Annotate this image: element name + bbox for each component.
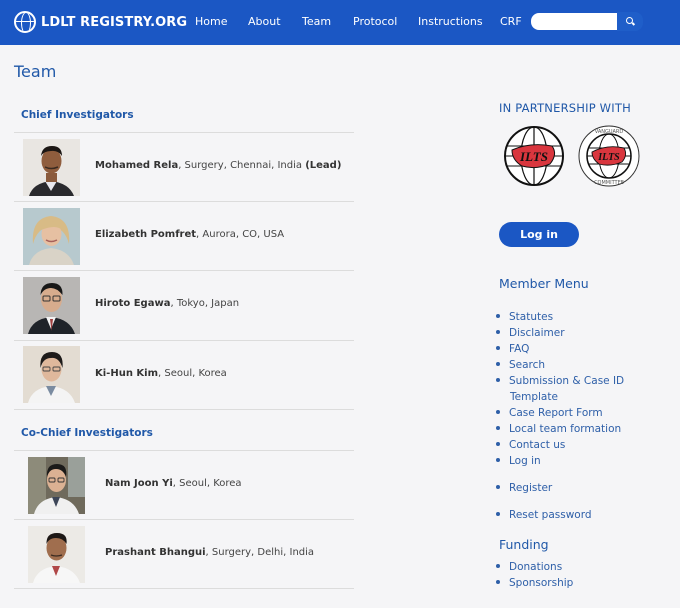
person-elizabeth-pomfret: Elizabeth Pomfret, Aurora, CO, USA xyxy=(95,229,284,240)
menu-item-statutes[interactable]: Statutes xyxy=(496,311,553,323)
photo-nam-joon-yi xyxy=(28,457,85,514)
menu-item-submission[interactable]: Submission & Case ID xyxy=(496,375,624,387)
bullet xyxy=(496,580,500,584)
ilts-vanguard-logo-text: ILTS xyxy=(597,152,620,163)
nav-instructions[interactable]: Instructions xyxy=(418,15,483,28)
person-detail: , Aurora, CO, USA xyxy=(196,229,285,240)
partnership-heading: IN PARTNERSHIP WITH xyxy=(499,101,631,115)
logo-bottom-text: COMMITTEE xyxy=(594,180,624,186)
login-button[interactable]: Log in xyxy=(499,222,579,247)
person-name: Hiroto Egawa xyxy=(95,298,171,309)
photo-elizabeth-pomfret xyxy=(23,208,80,265)
person-detail: , Seoul, Korea xyxy=(172,478,242,489)
person-name: Elizabeth Pomfret xyxy=(95,229,197,240)
photo-mohamed-rela xyxy=(23,139,80,196)
bullet xyxy=(496,410,500,414)
nav-protocol[interactable]: Protocol xyxy=(353,15,397,28)
person-ki-hun-kim: Ki-Hun Kim, Seoul, Korea xyxy=(95,368,227,379)
bullet xyxy=(496,346,500,350)
bullet xyxy=(496,362,500,366)
menu-item-submission-cont[interactable]: Template xyxy=(510,391,558,403)
divider xyxy=(14,132,354,133)
bullet xyxy=(496,330,500,334)
ilts-logo[interactable]: ILTS xyxy=(502,124,566,188)
page-title: Team xyxy=(14,62,57,81)
bullet xyxy=(496,458,500,462)
person-detail: , Surgery, Delhi, India xyxy=(205,547,315,558)
search-icon xyxy=(625,17,633,24)
co-chief-investigators-heading: Co-Chief Investigators xyxy=(21,427,153,439)
photo-ki-hun-kim xyxy=(23,346,80,403)
person-mohamed-rela: Mohamed Rela, Surgery, Chennai, India (L… xyxy=(95,160,341,171)
person-name: Mohamed Rela xyxy=(95,160,179,171)
menu-item-contact[interactable]: Contact us xyxy=(496,439,565,451)
chief-investigators-heading: Chief Investigators xyxy=(21,109,134,121)
bullet xyxy=(496,485,500,489)
menu-item-disclaimer[interactable]: Disclaimer xyxy=(496,327,565,339)
nav-crf[interactable]: CRF xyxy=(500,15,522,28)
photo-hiroto-egawa xyxy=(23,277,80,334)
bullet xyxy=(496,426,500,430)
bullet xyxy=(496,564,500,568)
divider xyxy=(14,270,354,271)
person-detail: , Tokyo, Japan xyxy=(170,298,240,309)
bullet xyxy=(496,442,500,446)
bullet xyxy=(496,314,500,318)
bullet xyxy=(496,378,500,382)
person-nam-joon-yi: Nam Joon Yi, Seoul, Korea xyxy=(105,478,242,489)
divider xyxy=(14,340,354,341)
person-detail: , Seoul, Korea xyxy=(158,368,227,379)
menu-item-faq[interactable]: FAQ xyxy=(496,343,529,355)
person-name: Prashant Bhangui xyxy=(105,547,206,558)
logo-top-text: VANGUARD xyxy=(595,129,624,135)
person-prashant-bhangui: Prashant Bhangui, Surgery, Delhi, India xyxy=(105,547,314,558)
menu-item-donations[interactable]: Donations xyxy=(496,561,562,573)
ilts-vanguard-logo[interactable]: ILTS VANGUARD COMMITTEE xyxy=(577,124,641,188)
search-button[interactable] xyxy=(617,12,643,31)
nav-about[interactable]: About xyxy=(248,15,281,28)
menu-item-sponsorship[interactable]: Sponsorship xyxy=(496,577,573,589)
ilts-logo-text: ILTS xyxy=(519,149,548,164)
menu-item-local-team[interactable]: Local team formation xyxy=(496,423,621,435)
divider xyxy=(14,201,354,202)
bullet xyxy=(496,512,500,516)
person-tag-lead: (Lead) xyxy=(305,160,342,171)
nav-home[interactable]: Home xyxy=(195,15,227,28)
menu-item-register[interactable]: Register xyxy=(496,482,552,494)
divider xyxy=(14,409,354,410)
menu-item-case-report-form[interactable]: Case Report Form xyxy=(496,407,603,419)
person-name: Ki-Hun Kim xyxy=(95,368,159,379)
person-detail: , Surgery, Chennai, India xyxy=(178,160,306,171)
top-navbar: LDLT REGISTRY.ORG Home About Team Protoc… xyxy=(0,0,680,45)
divider xyxy=(14,519,354,520)
globe-icon xyxy=(14,11,36,33)
menu-item-login[interactable]: Log in xyxy=(496,455,541,467)
member-menu-heading: Member Menu xyxy=(499,276,589,291)
nav-team[interactable]: Team xyxy=(302,15,331,28)
person-name: Nam Joon Yi xyxy=(105,478,173,489)
divider xyxy=(14,450,354,451)
divider xyxy=(14,588,354,589)
menu-item-reset-password[interactable]: Reset password xyxy=(496,509,592,521)
brand-logo-link[interactable]: LDLT REGISTRY.ORG xyxy=(14,10,187,34)
brand-title: LDLT REGISTRY.ORG xyxy=(41,14,188,30)
search-input[interactable] xyxy=(531,13,617,30)
person-hiroto-egawa: Hiroto Egawa, Tokyo, Japan xyxy=(95,298,239,309)
menu-item-search[interactable]: Search xyxy=(496,359,545,371)
photo-prashant-bhangui xyxy=(28,526,85,583)
funding-heading: Funding xyxy=(499,537,549,552)
